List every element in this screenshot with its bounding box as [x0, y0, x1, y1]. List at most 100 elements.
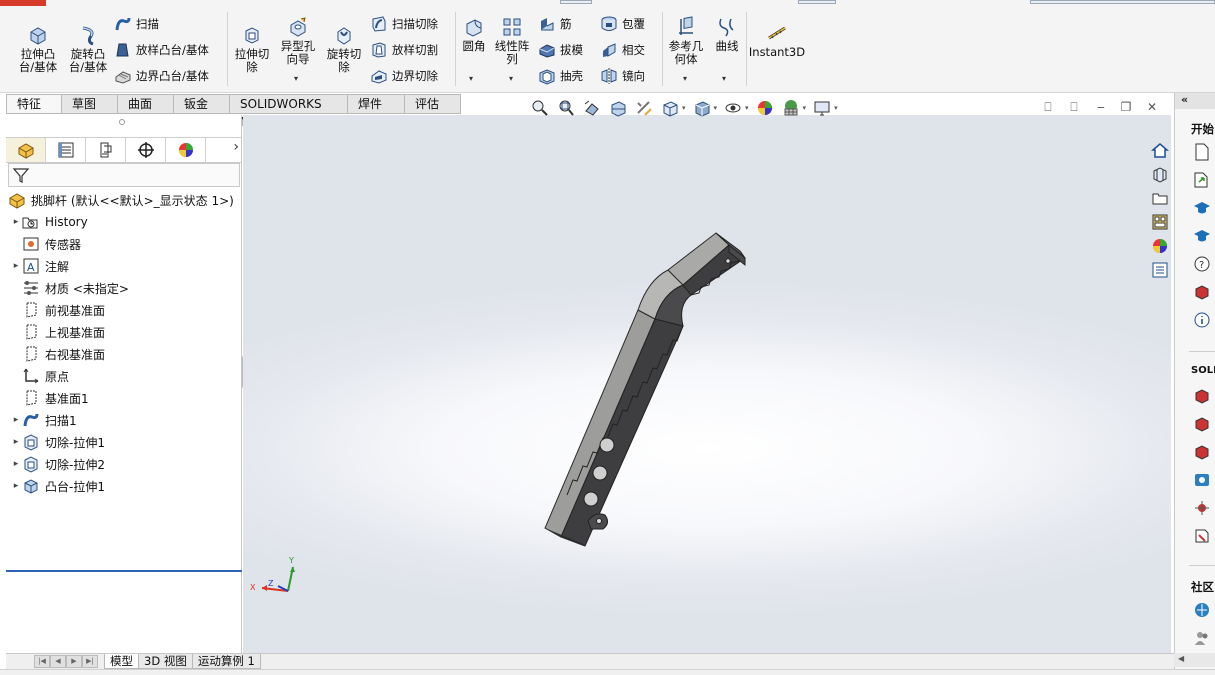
view-settings-icon[interactable] [812, 98, 832, 118]
user-groups-icon[interactable] [1191, 627, 1213, 649]
tree-item[interactable]: ▸ 扫描1 [6, 409, 242, 431]
tree-item[interactable]: ▸ 切除-拉伸2 [6, 453, 242, 475]
expand-arrow-icon[interactable]: ▸ [10, 459, 22, 469]
solidworks-logo[interactable] [0, 0, 46, 6]
linear-pattern-dropdown[interactable]: ▾ [509, 74, 513, 83]
collapse-task-pane-icon[interactable]: « [1181, 93, 1188, 106]
feature-manager-tab[interactable] [6, 138, 46, 162]
new-document-icon[interactable] [1191, 141, 1213, 163]
solidworks-app-icon[interactable] [1191, 385, 1213, 407]
display-style-icon[interactable] [692, 98, 712, 118]
view-settings-dropdown[interactable]: ▾ [834, 104, 838, 112]
appearances-icon[interactable] [1148, 234, 1172, 258]
display-style-dropdown[interactable]: ▾ [714, 104, 718, 112]
solidworks-network-icon[interactable] [1191, 497, 1213, 519]
tree-item[interactable]: 传感器 [6, 233, 242, 255]
property-manager-tab[interactable] [46, 138, 86, 162]
fillet-button[interactable]: 圆角 [457, 16, 491, 53]
part-model[interactable] [243, 115, 1171, 653]
wrap-button[interactable]: 包覆 [600, 14, 645, 34]
display-manager-tab[interactable] [166, 138, 206, 162]
tab-weldments[interactable]: 焊件(D) [348, 94, 405, 129]
scroll-left-icon[interactable]: ◀ [1178, 654, 1184, 663]
design-library-icon[interactable] [1148, 162, 1172, 186]
expand-arrow-icon[interactable]: ▸ [10, 437, 22, 447]
tree-root-part[interactable]: 挑脚杆 (默认<<默认>_显示状态 1>) [6, 189, 242, 211]
tab-3d-views[interactable]: 3D 视图 [138, 654, 193, 669]
reference-geometry-dropdown[interactable]: ▾ [683, 74, 687, 83]
learning-icon[interactable] [1191, 225, 1213, 247]
boundary-boss-button[interactable]: 边界凸台/基体 [114, 66, 209, 86]
intersect-button[interactable]: 相交 [600, 40, 645, 60]
tab-sheet-metal[interactable]: 钣金 [174, 94, 230, 114]
linear-pattern-button[interactable]: 线性阵 列 [492, 16, 532, 66]
hide-show-dropdown[interactable]: ▾ [745, 104, 749, 112]
hide-show-items-icon[interactable] [723, 98, 743, 118]
tree-item[interactable]: ▸ 切除-拉伸1 [6, 431, 242, 453]
tab-sketch[interactable]: 草图 [62, 94, 118, 114]
view-orientation-icon[interactable] [660, 98, 680, 118]
solidworks-connect-icon[interactable] [1191, 469, 1213, 491]
shell-button[interactable]: 抽壳 [538, 66, 583, 86]
mirror-button[interactable]: 镜向 [600, 66, 645, 86]
curves-button[interactable]: 曲线 [710, 16, 744, 53]
solidworks-xdraw-icon[interactable] [1191, 441, 1213, 463]
next-window-icon[interactable]: ⎕ [1067, 100, 1081, 114]
title-control[interactable] [560, 0, 592, 4]
rib-button[interactable]: 筋 [538, 14, 572, 34]
tutorials-icon[interactable] [1191, 197, 1213, 219]
hole-wizard-button[interactable]: 异型孔 向导 [276, 16, 320, 66]
boundary-cut-button[interactable]: 边界切除 [370, 66, 438, 86]
tab-surfaces[interactable]: 曲面 [118, 94, 174, 114]
close-icon[interactable]: ✕ [1145, 100, 1159, 114]
dynamic-annotation-icon[interactable] [634, 98, 654, 118]
tab-features[interactable]: 特征 [6, 94, 62, 114]
draft-button[interactable]: 拔模 [538, 40, 583, 60]
last-tab-icon[interactable]: ▶| [82, 655, 98, 668]
sweep-button[interactable]: 扫描 [114, 14, 159, 34]
hole-wizard-dropdown[interactable]: ▾ [294, 74, 298, 83]
curves-dropdown[interactable]: ▾ [722, 74, 726, 83]
loft-boss-button[interactable]: 放样凸台/基体 [114, 40, 209, 60]
first-tab-icon[interactable]: |◀ [34, 655, 50, 668]
extrude-cut-button[interactable]: 拉伸切 除 [230, 24, 274, 74]
revolve-cut-button[interactable]: 旋转切 除 [322, 24, 366, 74]
tab-motion-study[interactable]: 运动算例 1 [191, 654, 261, 669]
title-control[interactable] [798, 0, 836, 4]
tab-evaluate[interactable]: 评估 [405, 94, 461, 114]
graphics-area[interactable]: Y X Z [243, 115, 1171, 653]
tab-mbd[interactable]: SOLIDWORKS MBD [230, 94, 348, 129]
task-pane-scrollbar[interactable]: ◀ [1174, 653, 1215, 667]
community-forum-icon[interactable] [1191, 599, 1213, 621]
next-tab-icon[interactable]: ▶ [66, 655, 82, 668]
expand-arrow-icon[interactable]: ▸ [10, 261, 22, 271]
instant3d-button[interactable]: Instant3D [748, 22, 806, 59]
previous-window-icon[interactable]: ⎕ [1041, 100, 1055, 114]
view-palette-icon[interactable] [1148, 210, 1172, 234]
expand-arrow-icon[interactable]: ▸ [10, 415, 22, 425]
edit-appearance-icon[interactable] [755, 98, 775, 118]
restore-icon[interactable]: ❐ [1119, 100, 1133, 114]
lofted-cut-button[interactable]: 放样切割 [370, 40, 438, 60]
more-tabs-chevron-icon[interactable]: › [233, 139, 239, 155]
tree-item[interactable]: 前视基准面 [6, 299, 242, 321]
help-icon[interactable]: ? [1191, 253, 1213, 275]
tab-model[interactable]: 模型 [104, 654, 139, 669]
revolve-boss-button[interactable]: 旋转凸 台/基体 [66, 24, 110, 74]
tree-item[interactable]: 右视基准面 [6, 343, 242, 365]
expand-arrow-icon[interactable]: ▸ [10, 217, 22, 227]
custom-properties-icon[interactable] [1148, 258, 1172, 282]
zoom-to-area-icon[interactable] [556, 98, 576, 118]
prev-tab-icon[interactable]: ◀ [50, 655, 66, 668]
tree-item[interactable]: ▸ 凸台-拉伸1 [6, 475, 242, 497]
configuration-manager-tab[interactable] [86, 138, 126, 162]
reference-geometry-button[interactable]: 参考几 何体 [664, 16, 708, 66]
section-view-icon[interactable] [608, 98, 628, 118]
tree-filter[interactable] [8, 163, 240, 187]
whats-new-icon[interactable] [1191, 281, 1213, 303]
expand-arrow-icon[interactable]: ▸ [10, 481, 22, 491]
tree-item[interactable]: 材质 <未指定> [6, 277, 242, 299]
fillet-dropdown[interactable]: ▾ [469, 74, 473, 83]
tree-item[interactable]: 基准面1 [6, 387, 242, 409]
file-explorer-icon[interactable] [1148, 186, 1172, 210]
